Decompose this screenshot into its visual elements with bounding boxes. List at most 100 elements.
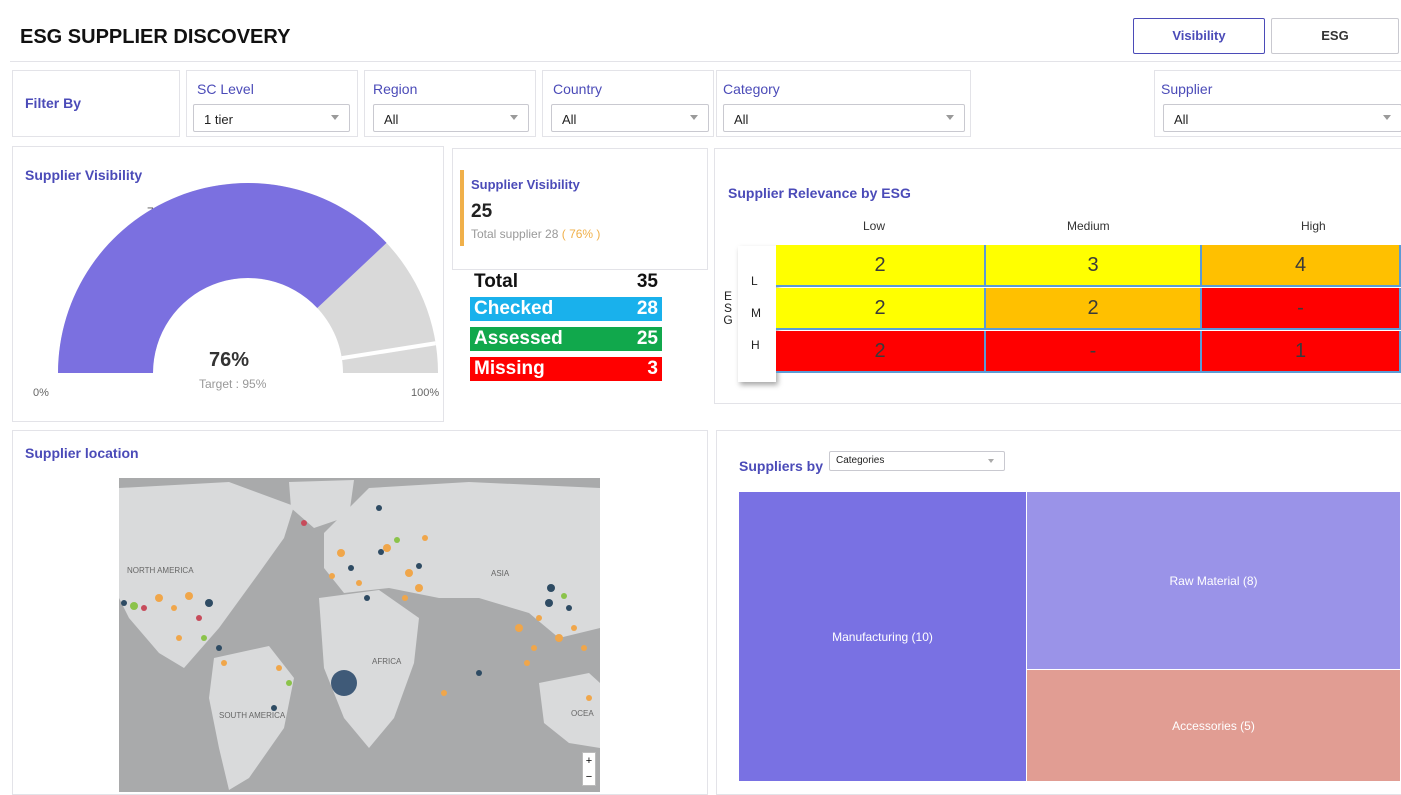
- category-select[interactable]: All: [723, 104, 965, 132]
- chevron-down-icon: [946, 115, 954, 120]
- region-select[interactable]: All: [373, 104, 529, 132]
- sc-level-value: 1 tier: [204, 112, 233, 127]
- supplier-dot: [205, 599, 213, 607]
- supplier-dot: [221, 660, 227, 666]
- country-select[interactable]: All: [551, 104, 709, 132]
- kpi-title: Supplier Visibility: [471, 177, 580, 192]
- supplier-dot: [276, 665, 282, 671]
- gauge-fill-arc: [58, 183, 387, 373]
- supplier-dot: [141, 605, 147, 611]
- treemap-tile[interactable]: Raw Material (8): [1027, 492, 1401, 670]
- kpi-card: Supplier Visibility 25 Total supplier 28…: [452, 148, 708, 270]
- map-zoom-control: + −: [582, 752, 596, 786]
- sc-level-select[interactable]: 1 tier: [193, 104, 350, 132]
- supplier-value: All: [1174, 112, 1189, 127]
- zoom-out-button[interactable]: −: [583, 769, 595, 785]
- world-map[interactable]: NORTH AMERICA ASIA AFRICA SOUTH AMERICA …: [119, 478, 600, 792]
- supplier-dot: [201, 635, 207, 641]
- chevron-down-icon: [510, 115, 518, 120]
- supplier-dot: [555, 634, 563, 642]
- summary-assessed-value: 25: [636, 328, 658, 349]
- treemap-category-select[interactable]: Categories: [829, 451, 1005, 471]
- relevance-cell: -: [1202, 288, 1401, 330]
- treemap-tile[interactable]: Manufacturing (10): [739, 492, 1027, 782]
- summary-missing-label: Missing: [474, 358, 545, 379]
- sc-level-label: SC Level: [197, 81, 254, 97]
- supplier-dot: [216, 645, 222, 651]
- supplier-dot: [378, 549, 384, 555]
- category-value: All: [734, 112, 749, 127]
- relevance-col-medium: Medium: [1067, 219, 1110, 233]
- supplier-dot: [301, 520, 307, 526]
- supplier-dot: [581, 645, 587, 651]
- supplier-dot: [586, 695, 592, 701]
- supplier-dot: [547, 584, 555, 592]
- kpi-value: 25: [471, 201, 493, 222]
- country-filter: Country All: [542, 70, 714, 137]
- treemap-tile[interactable]: Accessories (5): [1027, 670, 1401, 782]
- gauge-min-label: 0%: [33, 387, 49, 399]
- relevance-row-l: L: [751, 274, 758, 288]
- supplier-dot: [394, 537, 400, 543]
- region-filter: Region All: [364, 70, 536, 137]
- kpi-pct: ( 76% ): [561, 227, 601, 241]
- supplier-dot: [331, 670, 357, 696]
- supplier-dot: [441, 690, 447, 696]
- supplier-dot: [121, 600, 127, 606]
- supplier-dot: [376, 505, 382, 511]
- gauge-max-label: 100%: [411, 387, 440, 399]
- sc-level-filter: SC Level 1 tier: [186, 70, 358, 137]
- zoom-in-button[interactable]: +: [583, 753, 595, 769]
- supplier-dot: [329, 573, 335, 579]
- kpi-total: Total supplier 28: [471, 227, 559, 241]
- filter-by-panel: Filter By: [12, 70, 180, 137]
- filter-by-label: Filter By: [25, 95, 82, 111]
- supplier-dot: [337, 549, 345, 557]
- chevron-down-icon: [988, 459, 994, 463]
- summary-checked-value: 28: [636, 298, 658, 319]
- supplier-dot: [348, 565, 354, 571]
- relevance-col-high: High: [1301, 219, 1326, 233]
- category-filter: Category All: [716, 70, 971, 137]
- label-south-america: SOUTH AMERICA: [219, 711, 286, 720]
- supplier-dot: [171, 605, 177, 611]
- label-oceania: OCEA: [571, 709, 594, 718]
- label-asia: ASIA: [491, 569, 510, 578]
- relevance-cell: 2: [776, 288, 986, 330]
- label-north-america: NORTH AMERICA: [127, 566, 194, 575]
- summary-row-checked: Checked 28: [470, 297, 662, 321]
- tab-esg[interactable]: ESG: [1271, 18, 1399, 54]
- supplier-dot: [545, 599, 553, 607]
- supplier-dot: [422, 535, 428, 541]
- region-label: Region: [373, 81, 418, 97]
- chevron-down-icon: [331, 115, 339, 120]
- supplier-dot: [536, 615, 542, 621]
- supplier-dot: [130, 602, 138, 610]
- kpi-total-text: Total supplier 28 ( 76% ): [471, 227, 600, 241]
- supplier-dot: [524, 660, 530, 666]
- chevron-down-icon: [1383, 115, 1391, 120]
- label-africa: AFRICA: [372, 657, 402, 666]
- relevance-cell: 2: [776, 245, 986, 287]
- summary-total-value: 35: [636, 271, 658, 292]
- supplier-filter: Supplier All: [1154, 70, 1401, 137]
- supplier-dot: [196, 615, 202, 621]
- tab-visibility[interactable]: Visibility: [1133, 18, 1265, 54]
- gauge-value-label: 76%: [209, 349, 250, 371]
- supplier-dot: [286, 680, 292, 686]
- region-value: All: [384, 112, 399, 127]
- relevance-cell: 4: [1202, 245, 1401, 287]
- relevance-title: Supplier Relevance by ESG: [728, 185, 911, 201]
- supplier-dot: [383, 544, 391, 552]
- treemap-title: Suppliers by: [739, 458, 824, 474]
- supplier-select[interactable]: All: [1163, 104, 1401, 132]
- gauge-target-label: Target : 95%: [199, 377, 267, 391]
- relevance-cell: 3: [986, 245, 1202, 287]
- supplier-dot: [515, 624, 523, 632]
- summary-row-total: Total 35: [470, 270, 662, 294]
- relevance-col-low: Low: [863, 219, 886, 233]
- country-value: All: [562, 112, 577, 127]
- supplier-dot: [415, 584, 423, 592]
- summary-row-missing: Missing 3: [470, 357, 662, 381]
- supplier-dot: [531, 645, 537, 651]
